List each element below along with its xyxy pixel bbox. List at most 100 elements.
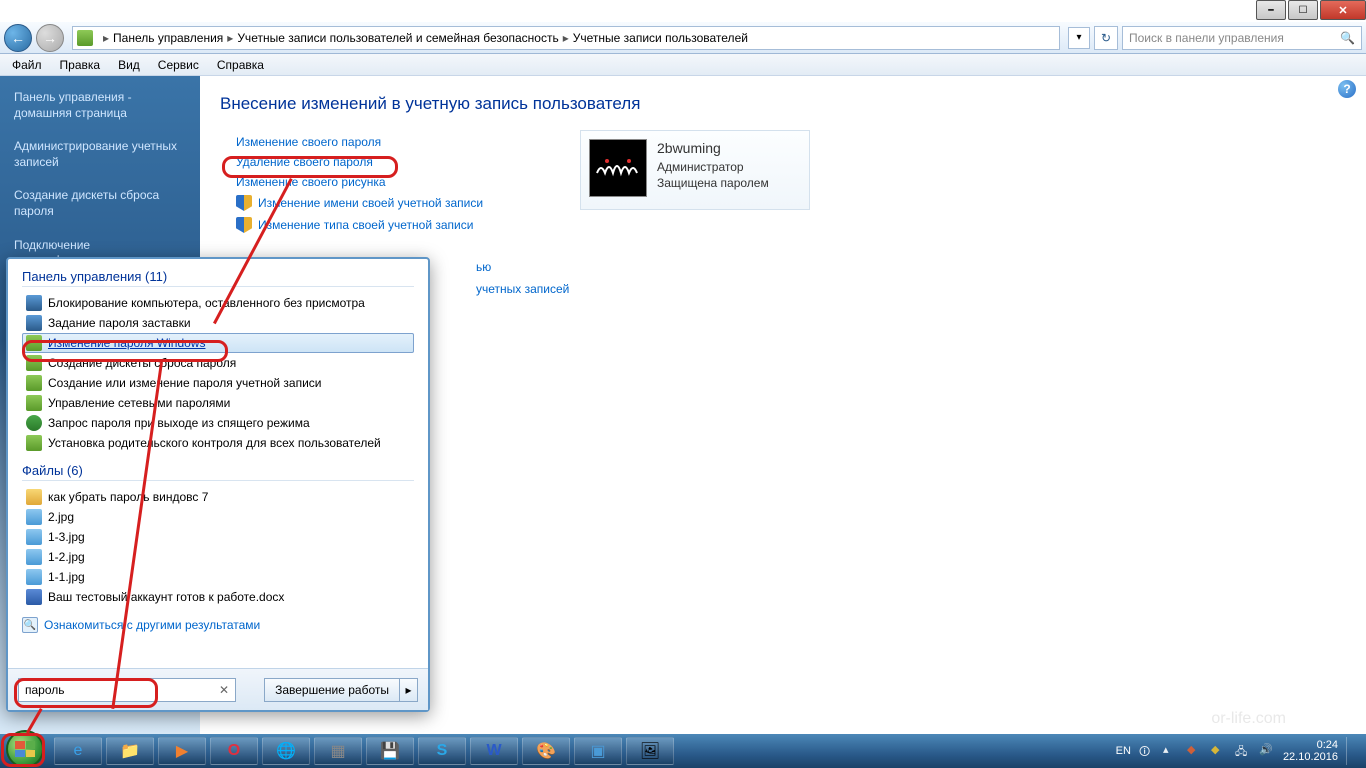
menu-file[interactable]: Файл [4, 56, 50, 74]
link-change-type[interactable]: Изменение типа своей учетной записи [258, 218, 473, 232]
cp-result[interactable]: Запрос пароля при выходе из спящего режи… [22, 413, 414, 433]
taskbar-photos[interactable]: 🖼 [626, 737, 674, 765]
cp-result[interactable]: Управление сетевыми паролями [22, 393, 414, 413]
shutdown-menu-arrow[interactable]: ▸ [399, 679, 417, 701]
opera-icon: O [228, 742, 240, 760]
window-maximize-button[interactable] [1288, 0, 1318, 20]
search-group-cp: Панель управления (11) [22, 269, 414, 287]
taskbar: e 📁 ▶ O 🌐 ▦ 💾 S W 🎨 ▣ 🖼 EN 🛈 ▴ ◆ ◆ 🖧 🔊 0… [0, 734, 1366, 768]
taskbar-skype[interactable]: S [418, 737, 466, 765]
file-result[interactable]: как убрать пароль виндовс 7 [22, 487, 414, 507]
image-icon [26, 529, 42, 545]
ie-icon: e [74, 742, 83, 760]
help-icon[interactable]: ? [1338, 80, 1356, 98]
menu-help[interactable]: Справка [209, 56, 272, 74]
file-result[interactable]: 1-3.jpg [22, 527, 414, 547]
file-result[interactable]: 1-2.jpg [22, 547, 414, 567]
link-change-password[interactable]: Изменение своего пароля [236, 135, 381, 149]
user-protection: Защищена паролем [657, 175, 769, 192]
taskbar-ie[interactable]: e [54, 737, 102, 765]
cp-result[interactable]: Задание пароля заставки [22, 313, 414, 333]
breadcrumb-mid[interactable]: Учетные записи пользователей и семейная … [237, 31, 558, 45]
image-icon [26, 509, 42, 525]
cp-result[interactable]: Создание или изменение пароля учетной за… [22, 373, 414, 393]
file-result[interactable]: 2.jpg [22, 507, 414, 527]
skype-icon: S [437, 742, 448, 760]
window-minimize-button[interactable] [1256, 0, 1286, 20]
breadcrumb-root[interactable]: Панель управления [113, 31, 223, 45]
user-accounts-icon [26, 395, 42, 411]
menu-service[interactable]: Сервис [150, 56, 207, 74]
user-account-tile: 2bwuming Администратор Защищена паролем [580, 130, 810, 210]
start-search-input[interactable]: пароль ✕ [18, 678, 236, 702]
cp-result[interactable]: Создание дискеты сброса пароля [22, 353, 414, 373]
taskbar-explorer[interactable]: 📁 [106, 737, 154, 765]
control-panel-search[interactable]: Поиск в панели управления 🔍 [1122, 26, 1362, 50]
link-manage-other-tail[interactable]: ью [476, 260, 491, 274]
taskbar-wmp[interactable]: ▶ [158, 737, 206, 765]
taskbar-opera[interactable]: O [210, 737, 258, 765]
show-desktop-button[interactable] [1346, 737, 1356, 765]
search-more-icon: 🔍 [22, 617, 38, 633]
nav-back-button[interactable]: ← [4, 24, 32, 52]
link-delete-password[interactable]: Удаление своего пароля [236, 155, 373, 169]
tray-lang[interactable]: EN [1116, 745, 1131, 757]
see-more-results[interactable]: 🔍Ознакомиться с другими результатами [22, 617, 414, 633]
power-icon [26, 415, 42, 431]
user-name: 2bwuming [657, 139, 769, 159]
start-button[interactable] [6, 730, 44, 768]
breadcrumb-dropdown[interactable]: ▾ [1068, 27, 1090, 49]
watermark: or-life.com [1211, 710, 1286, 728]
network-icon[interactable]: 🖧 [1235, 743, 1251, 759]
menubar: Файл Правка Вид Сервис Справка [0, 54, 1366, 76]
wmp-icon: ▶ [176, 741, 188, 761]
taskbar-app1[interactable]: ▦ [314, 737, 362, 765]
cp-result-selected[interactable]: Изменение пароля Windows [22, 333, 414, 353]
search-placeholder: Поиск в панели управления [1129, 31, 1284, 45]
shield-icon [236, 195, 252, 211]
taskbar-word[interactable]: W [470, 737, 518, 765]
window-close-button[interactable] [1320, 0, 1366, 20]
file-result[interactable]: 1-1.jpg [22, 567, 414, 587]
cp-result[interactable]: Блокирование компьютера, оставленного бе… [22, 293, 414, 313]
tray-clock[interactable]: 0:24 22.10.2016 [1283, 739, 1338, 763]
user-accounts-icon [26, 375, 42, 391]
tray-app-icon[interactable]: ◆ [1211, 743, 1227, 759]
word-doc-icon [26, 589, 42, 605]
image-icon [26, 569, 42, 585]
menu-view[interactable]: Вид [110, 56, 148, 74]
menu-edit[interactable]: Правка [52, 56, 109, 74]
user-accounts-icon [26, 335, 42, 351]
link-uac-tail[interactable]: учетных записей [476, 282, 569, 296]
tray-up-icon[interactable]: ▴ [1163, 743, 1179, 759]
control-panel-icon [77, 30, 93, 46]
sidebar-reset[interactable]: Создание дискеты сброса пароля [0, 184, 200, 223]
file-result[interactable]: Ваш тестовый аккаунт готов к работе.docx [22, 587, 414, 607]
shield-icon [236, 217, 252, 233]
taskbar-paint[interactable]: 🎨 [522, 737, 570, 765]
folder-icon: 📁 [120, 741, 140, 761]
paint-icon: 🎨 [536, 741, 556, 761]
nav-forward-button[interactable]: → [36, 24, 64, 52]
photos-icon: 🖼 [640, 741, 660, 761]
user-accounts-icon [26, 355, 42, 371]
refresh-button[interactable]: ↻ [1094, 26, 1118, 50]
sidebar-home[interactable]: Панель управления - домашняя страница [0, 86, 200, 125]
cp-result[interactable]: Установка родительского контроля для все… [22, 433, 414, 453]
taskbar-save[interactable]: 💾 [366, 737, 414, 765]
tray-app-icon[interactable]: ◆ [1187, 743, 1203, 759]
link-change-name[interactable]: Изменение имени своей учетной записи [258, 196, 483, 210]
volume-icon[interactable]: 🔊 [1259, 743, 1275, 759]
user-avatar [589, 139, 647, 197]
shutdown-button[interactable]: Завершение работы ▸ [264, 678, 418, 702]
monitor-icon [26, 315, 42, 331]
user-accounts-icon [26, 435, 42, 451]
action-center-icon[interactable]: 🛈 [1139, 743, 1155, 759]
clear-search-icon[interactable]: ✕ [219, 683, 229, 697]
sidebar-admin[interactable]: Администрирование учетных записей [0, 135, 200, 174]
breadcrumb[interactable]: ▸ Панель управления ▸ Учетные записи пол… [72, 26, 1060, 50]
link-change-picture[interactable]: Изменение своего рисунка [236, 175, 386, 189]
taskbar-app2[interactable]: ▣ [574, 737, 622, 765]
breadcrumb-leaf[interactable]: Учетные записи пользователей [573, 31, 748, 45]
taskbar-chrome[interactable]: 🌐 [262, 737, 310, 765]
